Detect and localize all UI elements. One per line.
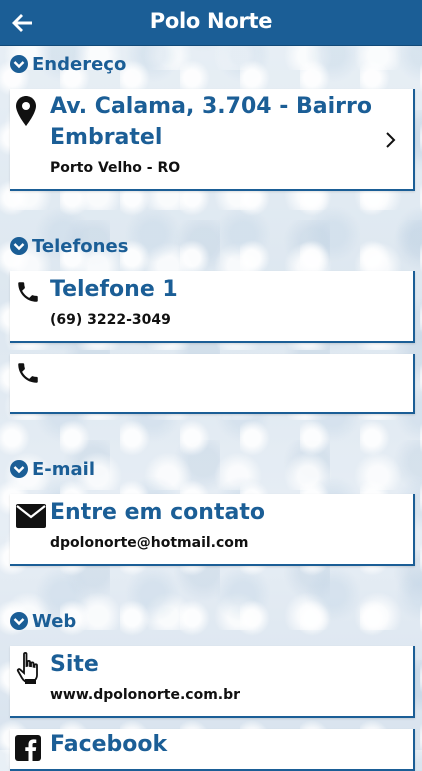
hand-pointer-icon (16, 651, 38, 684)
section-label: E-mail (32, 458, 96, 480)
section-label: Telefones (32, 235, 129, 257)
phone-card-2[interactable] (10, 354, 415, 414)
phone-card-1[interactable]: Telefone 1 (69) 3222-3049 (10, 271, 415, 343)
phone-icon (18, 282, 38, 302)
page-title: Polo Norte (149, 9, 273, 33)
site-url[interactable]: www.dpolonorte.com.br (50, 687, 240, 703)
chevron-down-icon (10, 237, 28, 255)
section-header-email[interactable]: E-mail (10, 458, 95, 480)
facebook-title: Facebook (50, 732, 168, 757)
email-address[interactable]: dpolonorte@hotmail.com (50, 535, 249, 551)
chevron-down-icon (10, 612, 28, 630)
address-card[interactable]: Av. Calama, 3.704 - Bairro Embratel Port… (10, 89, 415, 191)
site-title: Site (50, 652, 99, 677)
section-label: Web (32, 610, 77, 632)
location-pin-icon (16, 96, 36, 126)
top-bar: Polo Norte (0, 0, 422, 46)
section-header-phones[interactable]: Telefones (10, 235, 128, 257)
section-label: Endereço (32, 53, 127, 75)
chevron-down-icon (10, 460, 28, 478)
envelope-icon (16, 504, 46, 528)
facebook-card[interactable]: Facebook (10, 729, 415, 771)
site-card[interactable]: Site www.dpolonorte.com.br (10, 646, 415, 718)
email-title: Entre em contato (50, 500, 265, 525)
address-line-1: Av. Calama, 3.704 - Bairro (50, 94, 372, 119)
phone-number[interactable]: (69) 3222-3049 (50, 312, 171, 328)
address-city: Porto Velho - RO (50, 160, 181, 176)
section-header-address[interactable]: Endereço (10, 53, 126, 75)
chevron-down-icon (10, 55, 28, 73)
address-line-2: Embratel (50, 125, 163, 150)
phone-icon (18, 363, 38, 383)
section-header-web[interactable]: Web (10, 610, 76, 632)
phone-title: Telefone 1 (50, 277, 178, 302)
email-card[interactable]: Entre em contato dpolonorte@hotmail.com (10, 494, 415, 566)
facebook-icon (15, 735, 41, 761)
chevron-right-icon[interactable] (385, 131, 397, 149)
